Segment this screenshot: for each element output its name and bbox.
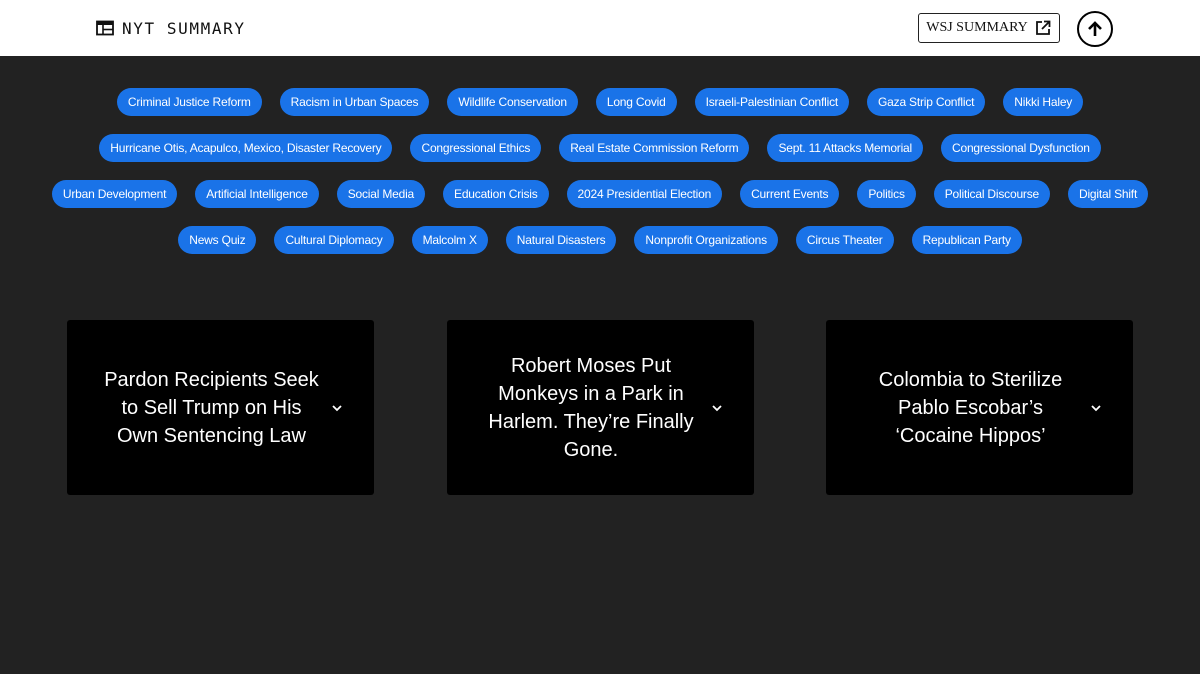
topic-tag[interactable]: Political Discourse [933,180,1050,208]
topic-tag[interactable]: Artificial Intelligence [195,180,319,208]
topic-tag[interactable]: Gaza Strip Conflict [867,88,986,116]
topic-tag[interactable]: Israeli-Palestinian Conflict [694,88,850,116]
article-title: Colombia to Sterilize Pablo Escobar’s ‘C… [878,368,1063,447]
topic-tag[interactable]: Congressional Ethics [410,134,542,162]
topic-tag[interactable]: Politics [857,180,916,208]
topic-tag[interactable]: Long Covid [595,88,677,116]
article-card[interactable]: Pardon Recipients Seek to Sell Trump on … [67,320,374,495]
topic-tag[interactable]: Urban Development [51,180,178,208]
topic-tag[interactable]: Hurricane Otis, Acapulco, Mexico, Disast… [99,134,393,162]
topic-tag[interactable]: Current Events [740,180,840,208]
topic-tag[interactable]: Republican Party [911,226,1022,254]
topic-tag[interactable]: Natural Disasters [505,226,617,254]
topic-tag[interactable]: Malcolm X [411,226,488,254]
topic-tag[interactable]: Wildlife Conservation [447,88,578,116]
chevron-down-icon[interactable] [1089,401,1103,415]
app-title: NYT SUMMARY [122,18,246,38]
topic-tag[interactable]: Nonprofit Organizations [634,226,778,254]
chevron-down-icon[interactable] [710,401,724,415]
top-bar: NYT SUMMARY WSJ SUMMARY [0,0,1200,56]
article-title: Robert Moses Put Monkeys in a Park in Ha… [488,354,694,461]
topic-tag[interactable]: Nikki Haley [1003,88,1084,116]
topic-tag[interactable]: Cultural Diplomacy [274,226,394,254]
scroll-to-top-button[interactable] [1077,11,1113,47]
newspaper-icon [96,20,114,36]
topic-tag[interactable]: News Quiz [178,226,257,254]
topic-tag[interactable]: 2024 Presidential Election [566,180,723,208]
wsj-summary-label: WSJ SUMMARY [926,20,1028,35]
topic-tag[interactable]: Social Media [336,180,426,208]
external-link-icon [1034,19,1052,37]
brand[interactable]: NYT SUMMARY [96,0,246,56]
topic-tag[interactable]: Circus Theater [795,226,894,254]
topic-tag[interactable]: Criminal Justice Reform [116,88,262,116]
chevron-down-icon[interactable] [330,401,344,415]
article-card[interactable]: Colombia to Sterilize Pablo Escobar’s ‘C… [826,320,1133,495]
topic-tag[interactable]: Racism in Urban Spaces [279,88,430,116]
arrow-up-icon [1086,20,1104,38]
topic-tag[interactable]: Congressional Dysfunction [941,134,1101,162]
topic-tag[interactable]: Education Crisis [443,180,549,208]
topic-tag[interactable]: Real Estate Commission Reform [559,134,750,162]
wsj-summary-button[interactable]: WSJ SUMMARY [918,13,1060,43]
article-title: Pardon Recipients Seek to Sell Trump on … [104,368,319,447]
article-cards: Pardon Recipients Seek to Sell Trump on … [67,320,1133,495]
topic-tag[interactable]: Digital Shift [1067,180,1149,208]
article-card[interactable]: Robert Moses Put Monkeys in a Park in Ha… [446,320,754,495]
topic-tags: Criminal Justice Reform Racism in Urban S… [40,88,1160,254]
topic-tag[interactable]: Sept. 11 Attacks Memorial [767,134,923,162]
